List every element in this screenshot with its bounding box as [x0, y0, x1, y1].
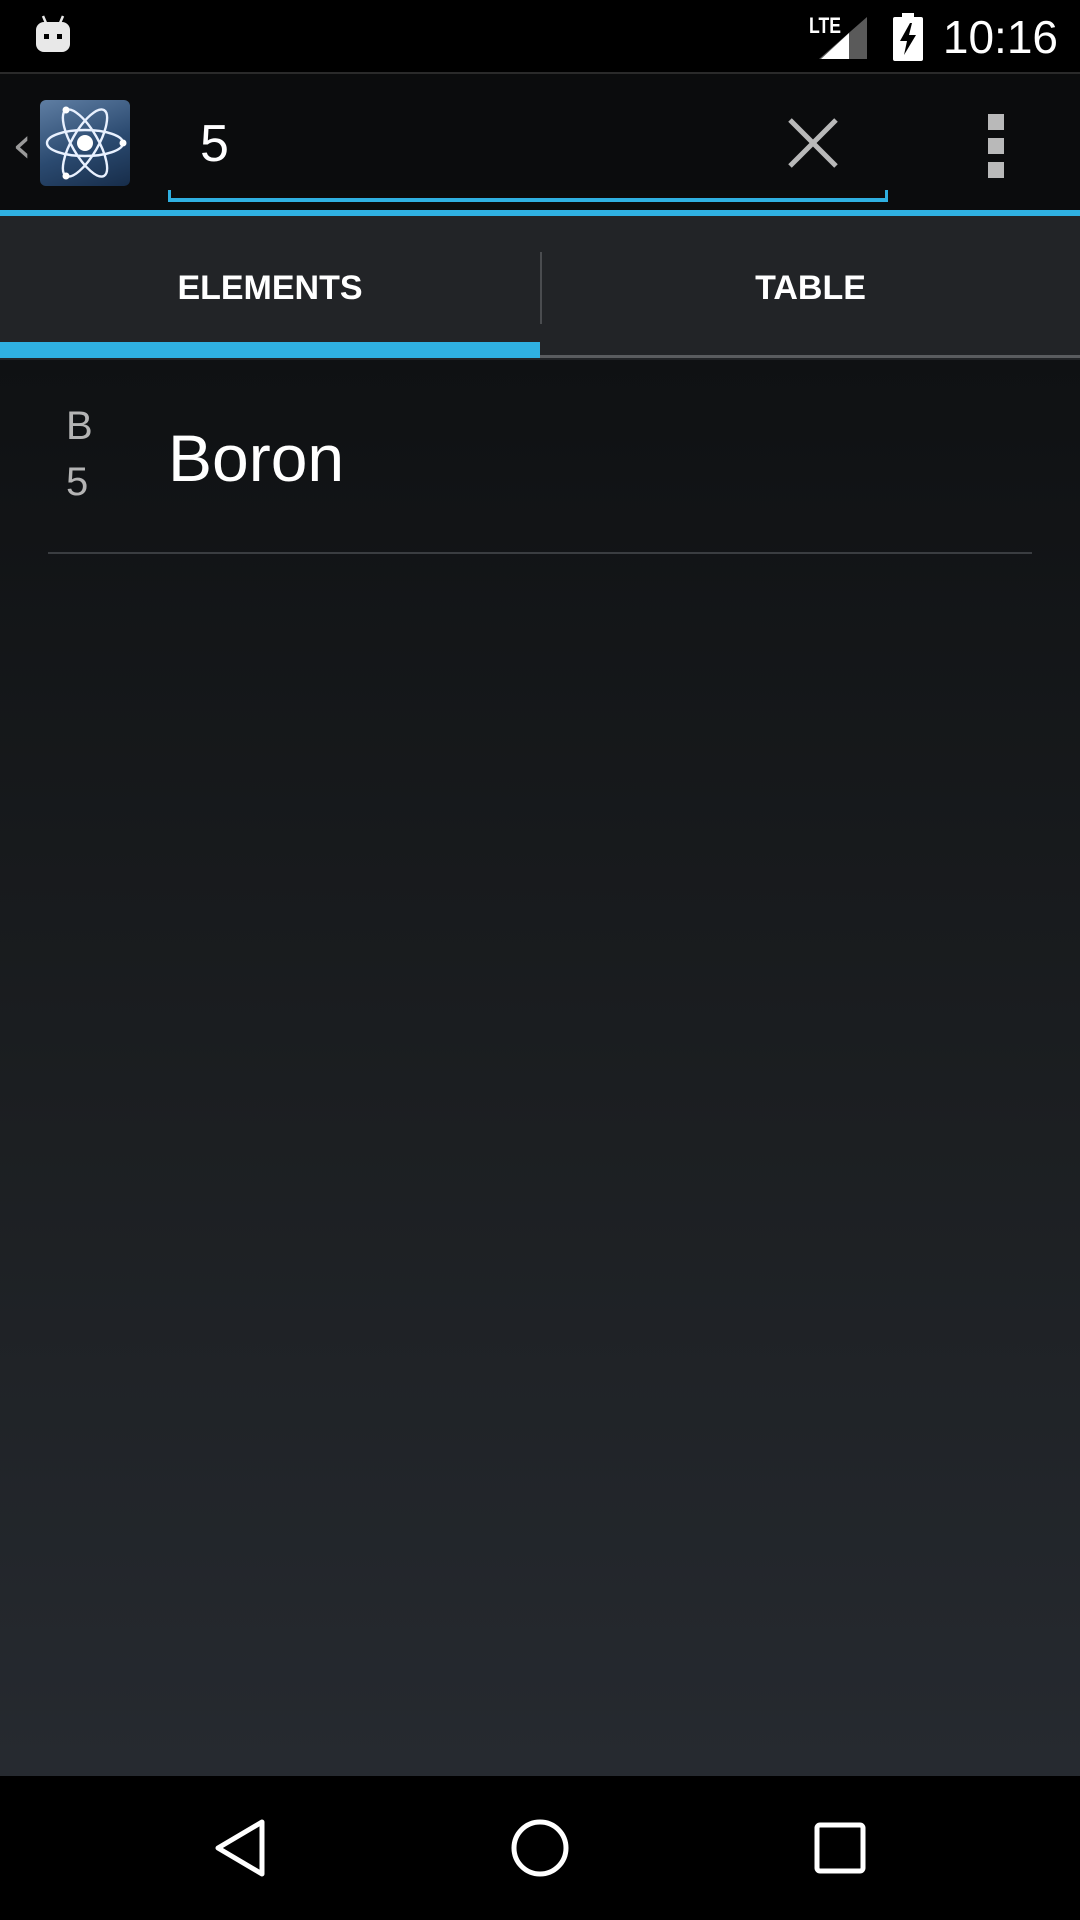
status-clock: 10:16	[942, 11, 1058, 63]
back-icon	[215, 1819, 265, 1877]
overflow-menu-button[interactable]	[960, 100, 1032, 188]
tab-bar: ELEMENTS TABLE	[0, 216, 1080, 360]
tab-table[interactable]: TABLE	[541, 216, 1080, 360]
element-atomic-number: 5	[66, 460, 89, 504]
close-icon	[788, 118, 838, 168]
list-divider	[48, 552, 1032, 554]
tab-baseline	[540, 355, 1080, 358]
list-item[interactable]: B 5 Boron	[0, 360, 1080, 554]
recents-icon	[814, 1822, 866, 1874]
element-name: Boron	[168, 421, 345, 495]
lte-signal-icon: LTE	[809, 13, 867, 59]
battery-charging-icon	[892, 13, 923, 61]
tab-elements[interactable]: ELEMENTS	[0, 216, 540, 360]
home-icon	[511, 1819, 569, 1877]
search-input[interactable]	[168, 104, 768, 184]
search-underline	[168, 190, 888, 202]
element-symbol: B	[66, 404, 93, 448]
android-notification-icon	[36, 15, 70, 52]
home-button[interactable]	[480, 1800, 600, 1896]
atom-icon[interactable]	[40, 100, 130, 186]
back-button[interactable]	[180, 1800, 300, 1896]
status-icons: LTE 10:16	[809, 0, 1058, 74]
clear-search-button[interactable]	[770, 104, 854, 188]
navigation-bar	[0, 1776, 1080, 1920]
chevron-left-icon: ‹	[12, 116, 32, 174]
elements-list: B 5 Boron	[0, 360, 1080, 1776]
recents-button[interactable]	[780, 1800, 900, 1896]
tab-selected-indicator	[0, 342, 540, 358]
status-bar: LTE 10:16	[0, 0, 1080, 74]
